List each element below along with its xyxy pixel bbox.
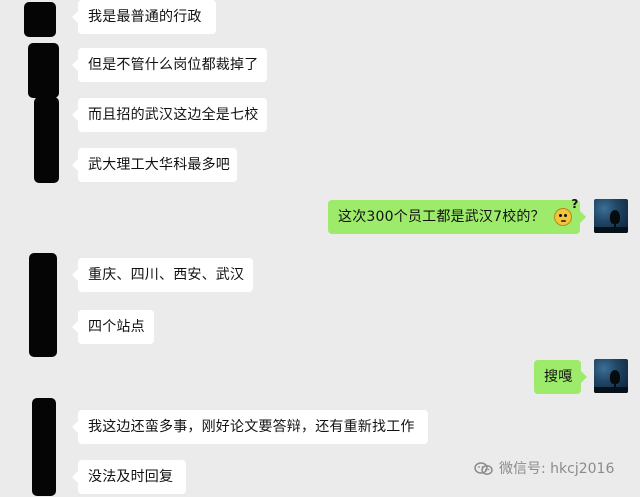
message-text-4: 武大理工大华科最多吧: [88, 157, 230, 173]
message-bubble-5: 这次300个员工都是武汉7校的？ ?: [328, 198, 586, 234]
message-bubble-7: 四个站点: [72, 310, 154, 344]
message-bubble-1: 我是最普通的行政: [72, 0, 216, 34]
avatar-icon: [594, 359, 628, 393]
message-bubble-8: 搜嘎: [534, 360, 587, 394]
message-text-9: 我这边还蛮多事，刚好论文要答辩，还有重新找工作: [88, 419, 415, 435]
wechat-watermark-icon: [474, 462, 493, 475]
message-text-10: 没法及时回复: [88, 469, 174, 485]
message-bubble-4: 武大理工大华科最多吧: [72, 148, 237, 182]
avatar-icon: [594, 199, 628, 233]
message-text-7: 四个站点: [88, 319, 145, 335]
message-bubble-3: 而且招的武汉这边全是七校: [72, 98, 267, 132]
message-text-3: 而且招的武汉这边全是七校: [88, 107, 259, 123]
message-text-2: 但是不管什么岗位都裁掉了: [88, 57, 259, 73]
watermark-text: 微信号: hkcj2016: [499, 461, 615, 477]
message-bubble-6: 重庆、四川、西安、武汉: [72, 258, 253, 292]
message-text-1: 我是最普通的行政: [88, 9, 202, 25]
redacted-avatar-middle: [29, 253, 57, 357]
chat-conversation: 我是最普通的行政 但是不管什么岗位都裁掉了 而且招的武汉这边全是七校 武大理工大…: [0, 0, 640, 497]
redacted-avatar-lower: [32, 398, 56, 496]
redacted-avatar-upper-2: [28, 43, 59, 98]
redacted-avatar-upper-3: [34, 97, 59, 183]
message-bubble-9: 我这边还蛮多事，刚好论文要答辩，还有重新找工作: [72, 410, 428, 444]
confused-face-emoji-icon: ?: [554, 198, 578, 226]
message-bubble-2: 但是不管什么岗位都裁掉了: [72, 48, 267, 82]
message-bubble-10: 没法及时回复: [72, 460, 186, 494]
message-text-6: 重庆、四川、西安、武汉: [88, 267, 245, 283]
message-text-8: 搜嘎: [544, 369, 573, 385]
redacted-avatar-upper-1: [24, 2, 56, 37]
message-text-5: 这次300个员工都是武汉7校的？: [338, 209, 545, 225]
question-mark-icon: ?: [571, 197, 579, 211]
